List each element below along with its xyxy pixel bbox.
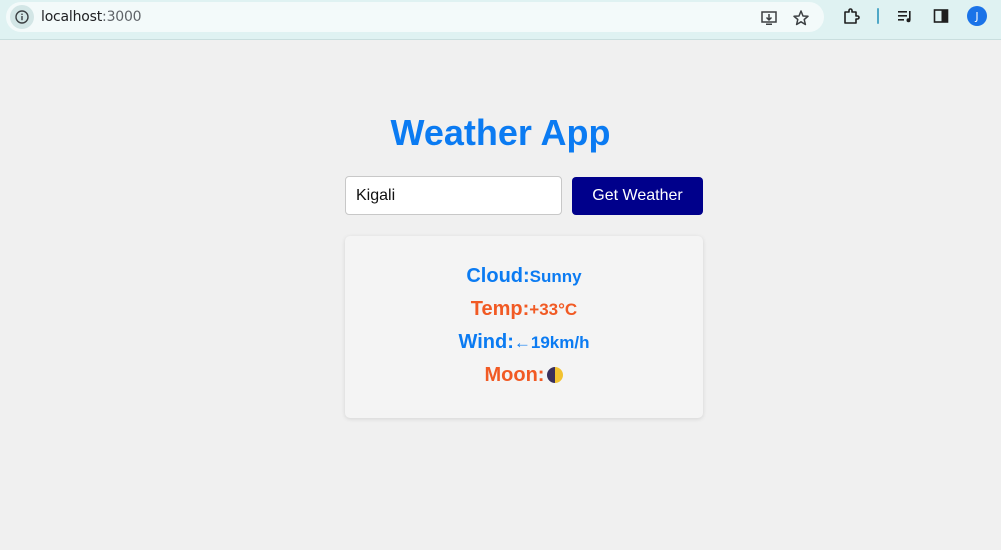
media-control-icon[interactable] bbox=[894, 5, 916, 27]
profile-avatar[interactable]: J bbox=[967, 6, 987, 26]
wind-label: Wind: bbox=[458, 331, 514, 353]
info-icon[interactable] bbox=[10, 5, 34, 29]
wind-row: Wind:←19km/h bbox=[345, 331, 703, 354]
address-url[interactable]: localhost:3000 bbox=[41, 9, 142, 25]
moon-label: Moon: bbox=[484, 364, 545, 386]
weather-result-card: Cloud:Sunny Temp:+33°C Wind:←19km/h Moon… bbox=[345, 236, 703, 418]
address-bar[interactable]: localhost:3000 bbox=[6, 2, 824, 32]
browser-toolbar: localhost:3000 J bbox=[0, 0, 1001, 40]
get-weather-button[interactable]: Get Weather bbox=[572, 177, 703, 215]
half-moon-icon bbox=[547, 367, 564, 383]
page-title: Weather App bbox=[390, 112, 611, 153]
toolbar-divider bbox=[877, 8, 879, 24]
cloud-value: Sunny bbox=[529, 267, 582, 286]
temp-label: Temp: bbox=[470, 298, 530, 320]
temp-row: Temp:+33°C bbox=[345, 298, 703, 321]
url-port: :3000 bbox=[102, 9, 142, 25]
install-icon[interactable] bbox=[758, 7, 780, 29]
city-search-input[interactable] bbox=[345, 176, 562, 215]
cloud-label: Cloud: bbox=[466, 265, 530, 287]
cloud-row: Cloud:Sunny bbox=[345, 265, 703, 288]
wind-value: ←19km/h bbox=[513, 333, 590, 352]
url-host: localhost bbox=[41, 9, 103, 25]
temp-value: +33°C bbox=[529, 300, 578, 319]
bookmark-star-icon[interactable] bbox=[790, 7, 812, 29]
moon-row: Moon: bbox=[345, 364, 703, 387]
extensions-icon[interactable] bbox=[840, 5, 862, 27]
side-panel-icon[interactable] bbox=[930, 5, 952, 27]
